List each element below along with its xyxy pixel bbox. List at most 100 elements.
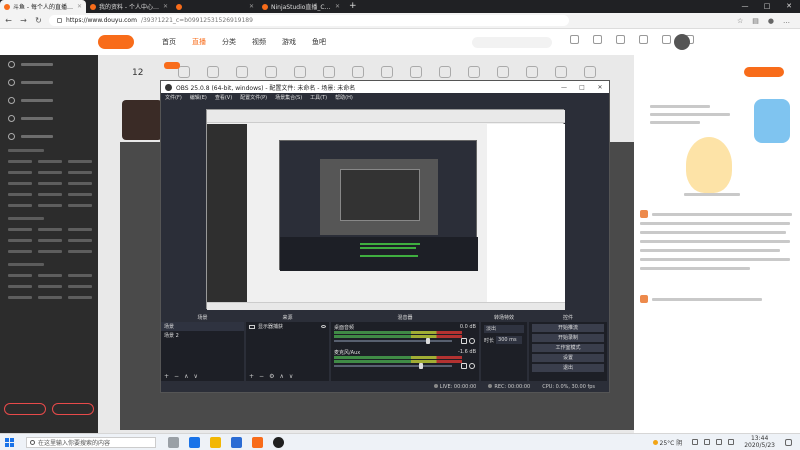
category-link[interactable] (38, 296, 62, 299)
menu-file[interactable]: 文件(F) (165, 94, 182, 101)
browser-tab[interactable]: 我的资料 - 个人中心 - 斗鱼 ✕ (86, 0, 172, 13)
add-source-button[interactable]: + (249, 373, 254, 380)
source-properties-gear-icon[interactable]: ⚙ (269, 373, 274, 380)
upload-icon[interactable] (616, 35, 625, 44)
transition-select[interactable]: 淡出 (484, 325, 524, 333)
ime-icon[interactable] (728, 439, 735, 445)
category-icon[interactable] (381, 66, 393, 78)
category-link[interactable] (68, 171, 92, 174)
douyu-app-icon[interactable] (252, 436, 263, 448)
file-explorer-icon[interactable] (210, 436, 221, 448)
start-streaming-button[interactable]: 开始推流 (532, 324, 604, 332)
category-link[interactable] (38, 160, 62, 163)
category-link[interactable] (38, 274, 62, 277)
weather-widget[interactable]: 25°C 阴 (652, 438, 682, 447)
menu-edit[interactable]: 编辑(E) (190, 94, 207, 101)
source-down-button[interactable]: ∨ (289, 373, 293, 380)
remove-source-button[interactable]: − (259, 373, 264, 380)
category-icon[interactable] (555, 66, 567, 78)
obs-preview[interactable] (206, 109, 565, 310)
windows-start-icon[interactable] (5, 437, 14, 447)
category-link[interactable] (38, 193, 62, 196)
category-link[interactable] (68, 160, 92, 163)
category-link[interactable] (38, 182, 62, 185)
category-link[interactable] (68, 296, 92, 299)
close-tab-icon[interactable]: ✕ (163, 3, 168, 10)
category-icon[interactable] (265, 66, 277, 78)
collections-icon[interactable]: ▤ (752, 17, 759, 25)
volume-slider[interactable] (334, 363, 452, 369)
speaker-icon[interactable] (461, 363, 467, 369)
douyu-logo[interactable] (98, 35, 134, 49)
sidebar-item[interactable] (0, 73, 98, 91)
category-link[interactable] (8, 228, 32, 231)
add-scene-button[interactable]: + (164, 373, 169, 380)
category-link[interactable] (38, 285, 62, 288)
volume-slider[interactable] (334, 338, 452, 344)
source-up-button[interactable]: ∧ (279, 373, 283, 380)
sidebar-item[interactable] (0, 109, 98, 127)
history-icon[interactable] (570, 35, 579, 44)
close-tab-icon[interactable]: ✕ (335, 3, 340, 10)
category-icon[interactable] (584, 66, 596, 78)
category-link[interactable] (68, 274, 92, 277)
taskbar-search[interactable]: 在这里输入你要搜索的内容 (26, 436, 156, 448)
nav-live[interactable]: 直播 (184, 37, 214, 47)
settings-button[interactable]: 设置 (532, 354, 604, 362)
track-gear-icon[interactable] (469, 338, 475, 344)
sidebar-item[interactable] (0, 127, 98, 145)
category-link[interactable] (8, 250, 32, 253)
edge-icon[interactable] (189, 436, 200, 448)
menu-help[interactable]: 帮助(H) (335, 94, 353, 101)
reload-icon[interactable]: ↻ (34, 16, 43, 25)
browser-tab[interactable]: ✕ (172, 0, 258, 13)
sidebar-item[interactable] (0, 91, 98, 109)
store-icon[interactable] (231, 436, 242, 448)
speaker-icon[interactable] (461, 338, 467, 344)
start-recording-button[interactable]: 开始录制 (532, 334, 604, 342)
visibility-eye-icon[interactable] (321, 325, 326, 328)
obs-maximize-button[interactable]: □ (573, 84, 591, 91)
volume-slider-knob[interactable] (426, 338, 431, 344)
category-icon[interactable] (468, 66, 480, 78)
nav-yuba[interactable]: 鱼吧 (304, 37, 334, 47)
volume-icon[interactable] (716, 439, 723, 445)
category-link[interactable] (8, 285, 32, 288)
category-link[interactable] (38, 250, 62, 253)
rank-badge[interactable] (744, 67, 784, 77)
maximize-button[interactable]: □ (756, 0, 778, 13)
message-icon[interactable] (639, 35, 648, 44)
forward-icon[interactable]: → (19, 16, 28, 25)
category-link[interactable] (68, 182, 92, 185)
category-link[interactable] (38, 228, 62, 231)
category-icon[interactable] (178, 66, 190, 78)
obs-minimize-button[interactable]: — (555, 84, 573, 91)
notification-icon[interactable] (785, 438, 792, 446)
nav-video[interactable]: 视频 (244, 37, 274, 47)
nav-game[interactable]: 游戏 (274, 37, 304, 47)
category-icon[interactable] (294, 66, 306, 78)
category-icon[interactable] (526, 66, 538, 78)
close-tab-icon[interactable]: ✕ (77, 3, 82, 10)
scene-item[interactable]: 场景 (161, 322, 244, 331)
sidebar-item[interactable] (0, 55, 98, 73)
close-window-button[interactable]: ✕ (778, 0, 800, 13)
track-gear-icon[interactable] (469, 363, 475, 369)
nav-category[interactable]: 分类 (214, 37, 244, 47)
tray-overflow-icon[interactable] (692, 439, 699, 445)
site-search-input[interactable] (472, 37, 552, 48)
category-icon[interactable] (439, 66, 451, 78)
profile-icon[interactable]: ● (768, 17, 774, 25)
back-icon[interactable]: ← (4, 16, 13, 25)
category-link[interactable] (68, 228, 92, 231)
obs-app-icon[interactable] (273, 436, 284, 448)
duration-input[interactable]: 300 ms (496, 336, 523, 344)
browser-tab[interactable]: NinjaStudio直播_CSGO直播 ✕ (258, 0, 344, 13)
scene-up-button[interactable]: ∧ (184, 373, 188, 380)
streamer-avatar[interactable] (122, 100, 162, 140)
favorites-icon[interactable]: ☆ (737, 17, 743, 25)
scene-down-button[interactable]: ∨ (193, 373, 197, 380)
category-link[interactable] (38, 204, 62, 207)
category-link[interactable] (38, 239, 62, 242)
sidebar-button[interactable] (4, 403, 46, 415)
